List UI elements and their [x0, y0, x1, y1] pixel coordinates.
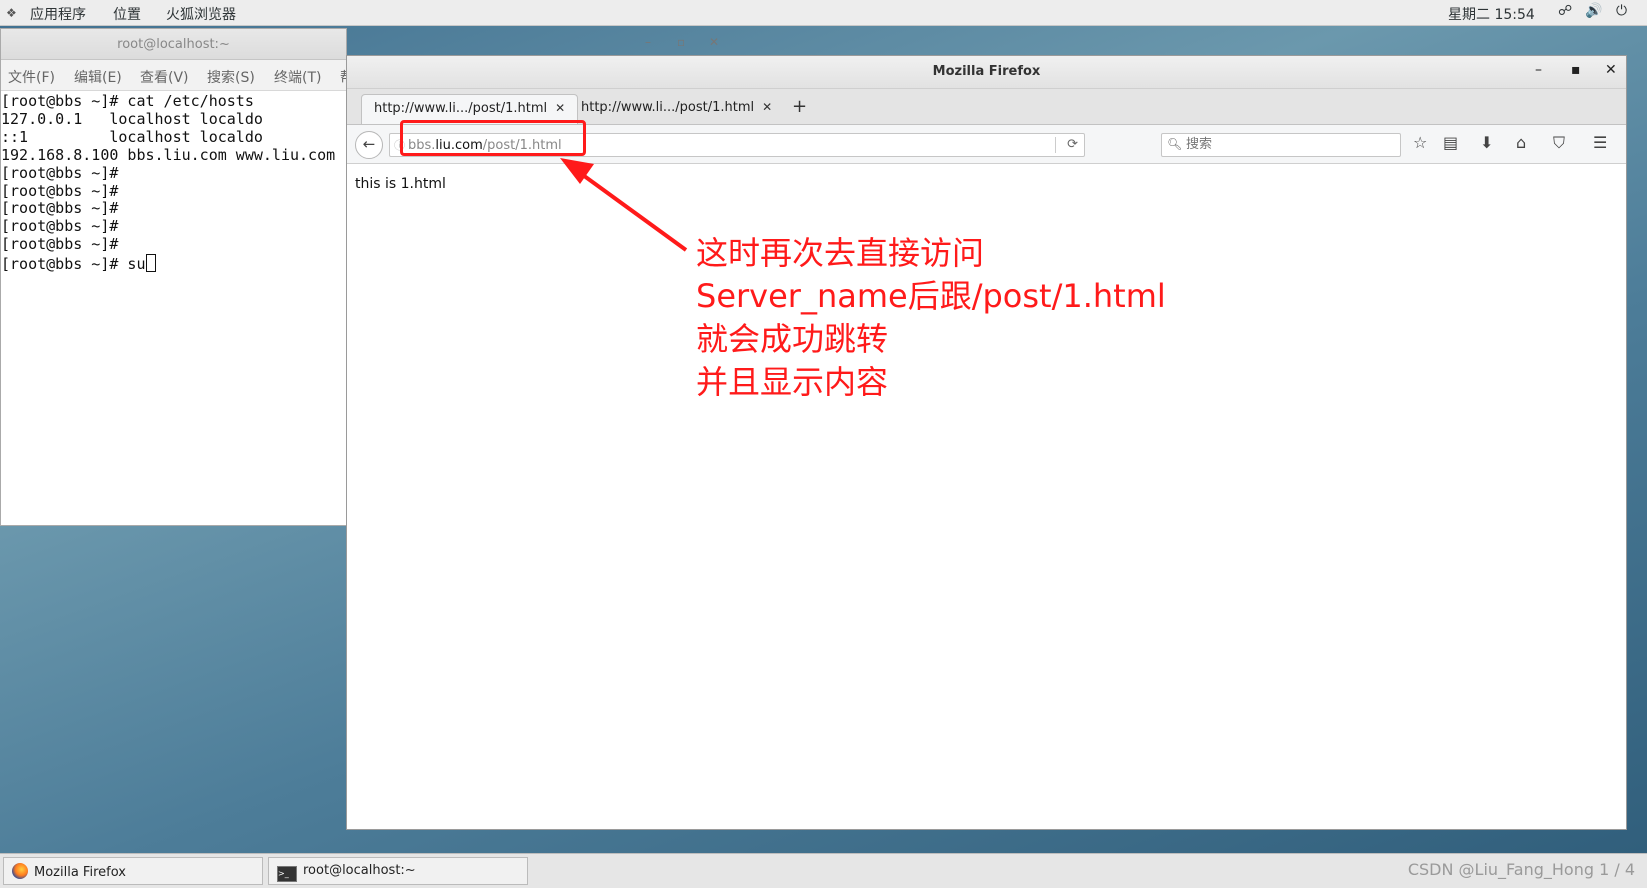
taskbar-item-terminal[interactable]: >_ root@localhost:~: [268, 857, 528, 885]
taskbar-item-firefox[interactable]: Mozilla Firefox: [3, 857, 263, 885]
workspace-pager[interactable]: 1 / 4: [1599, 860, 1635, 879]
firefox-icon: [12, 863, 28, 879]
annotation-line: 就会成功跳转: [696, 320, 889, 358]
terminal-icon: >_: [277, 866, 297, 882]
watermark: CSDN @Liu_Fang_Hong 1 / 4: [1407, 860, 1635, 879]
annotation-line: Server_name后跟/post/1.html: [696, 277, 1166, 315]
annotation-line: 并且显示内容: [696, 363, 889, 401]
annotation-line: 这时再次去直接访问: [696, 234, 985, 272]
annotation-text: 这时再次去直接访问 Server_name后跟/post/1.html 就会成功…: [696, 232, 1166, 404]
annotation-arrow: [560, 158, 688, 252]
taskbar: Mozilla Firefox >_ root@localhost:~ CSDN …: [0, 853, 1647, 888]
